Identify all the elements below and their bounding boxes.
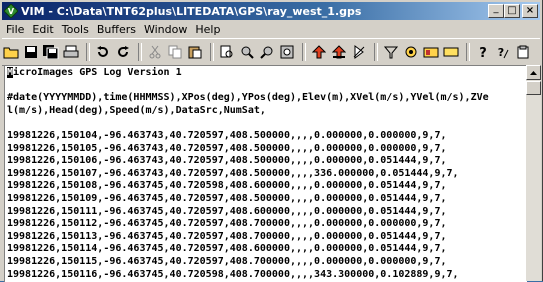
toolbar-separator <box>466 43 470 61</box>
minimize-icon: _ <box>493 3 499 14</box>
find-next-icon[interactable] <box>238 43 256 61</box>
save-icon[interactable] <box>22 43 40 61</box>
scroll-up-button[interactable] <box>526 65 541 80</box>
paste-icon[interactable] <box>186 43 204 61</box>
clipboard-icon[interactable] <box>514 43 532 61</box>
find-icon[interactable] <box>218 43 236 61</box>
jump-icon[interactable] <box>442 43 460 61</box>
text-line: 19981226,150111,-96.463745,40.720597,408… <box>7 205 447 217</box>
replace-icon[interactable] <box>278 43 296 61</box>
shell-icon[interactable] <box>402 43 420 61</box>
close-button[interactable]: × <box>522 4 538 18</box>
menu-help[interactable]: Help <box>191 23 224 36</box>
text-line: 19981226,150114,-96.463745,40.720597,408… <box>7 243 447 255</box>
text-line: 19981226,150105,-96.463743,40.720597,408… <box>7 142 447 154</box>
text-line: l(m/s),Head(deg),Speed(m/s),DataSrc,NumS… <box>7 104 266 116</box>
load-session-icon[interactable] <box>310 43 328 61</box>
svg-text:V: V <box>8 7 15 16</box>
print-icon[interactable] <box>62 43 80 61</box>
open-icon[interactable] <box>2 43 20 61</box>
text-line-content: icroImages GPS Log Version 1 <box>13 67 182 78</box>
text-editor[interactable]: MicroImages GPS Log Version 1 #date(YYYYM… <box>4 65 527 282</box>
toolbar: ? ? <box>2 38 540 66</box>
text-line: 19981226,150109,-96.463745,40.720597,408… <box>7 192 447 204</box>
vim-logo-icon[interactable]: V <box>4 4 18 18</box>
toolbar-separator <box>86 43 90 61</box>
maximize-icon: □ <box>507 5 517 16</box>
text-line: MicroImages GPS Log Version 1 <box>7 67 527 80</box>
toolbar-separator <box>302 43 306 61</box>
minimize-button[interactable]: _ <box>488 4 504 18</box>
redo-icon[interactable] <box>114 43 132 61</box>
toolbar-separator <box>374 43 378 61</box>
menu-file[interactable]: File <box>2 23 28 36</box>
text-line: 19981226,150113,-96.463745,40.720597,408… <box>7 230 447 242</box>
close-icon: × <box>525 5 535 16</box>
text-line: 19981226,150104,-96.463743,40.720597,408… <box>7 129 447 141</box>
cut-icon[interactable] <box>146 43 164 61</box>
copy-icon[interactable] <box>166 43 184 61</box>
svg-text:?: ? <box>479 46 487 59</box>
tags-icon[interactable] <box>422 43 440 61</box>
text-line: 19981226,150116,-96.463745,40.720598,408… <box>7 268 459 280</box>
text-line: 19981226,150107,-96.463743,40.720597,408… <box>7 167 459 179</box>
svg-text:?: ? <box>498 46 504 59</box>
find-prev-icon[interactable] <box>258 43 276 61</box>
vertical-scrollbar[interactable] <box>526 65 541 281</box>
text-line <box>7 117 527 130</box>
window-title: VIM - C:\Data\TNT62plus\LITEDATA\GPS\ray… <box>21 4 362 18</box>
text-line: 19981226,150106,-96.463743,40.720597,408… <box>7 155 447 167</box>
undo-icon[interactable] <box>94 43 112 61</box>
text-line: #date(YYYYMMDD),time(HHMMSS),XPos(deg),Y… <box>7 92 489 104</box>
menu-bar: File Edit Tools Buffers Window Help <box>2 21 540 38</box>
arrow-up-icon <box>530 70 537 75</box>
find-help-icon[interactable]: ? <box>494 43 512 61</box>
vim-window: V VIM - C:\Data\TNT62plus\LITEDATA\GPS\r… <box>0 0 543 282</box>
scroll-thumb[interactable] <box>526 81 541 95</box>
text-line <box>7 80 527 93</box>
maximize-button[interactable]: □ <box>504 4 520 18</box>
toolbar-separator <box>138 43 142 61</box>
text-line: 19981226,150108,-96.463745,40.720598,408… <box>7 180 447 192</box>
menu-buffers[interactable]: Buffers <box>93 23 140 36</box>
toolbar-separator <box>210 43 214 61</box>
menu-tools[interactable]: Tools <box>58 23 93 36</box>
save-all-icon[interactable] <box>42 43 60 61</box>
menu-window[interactable]: Window <box>140 23 191 36</box>
help-icon[interactable]: ? <box>474 43 492 61</box>
menu-edit[interactable]: Edit <box>28 23 57 36</box>
make-icon[interactable] <box>382 43 400 61</box>
text-line: 19981226,150115,-96.463745,40.720597,408… <box>7 255 447 267</box>
text-line: 19981226,150112,-96.463745,40.720597,408… <box>7 218 447 230</box>
title-bar[interactable]: V VIM - C:\Data\TNT62plus\LITEDATA\GPS\r… <box>2 2 540 20</box>
run-script-icon[interactable] <box>350 43 368 61</box>
save-session-icon[interactable] <box>330 43 348 61</box>
